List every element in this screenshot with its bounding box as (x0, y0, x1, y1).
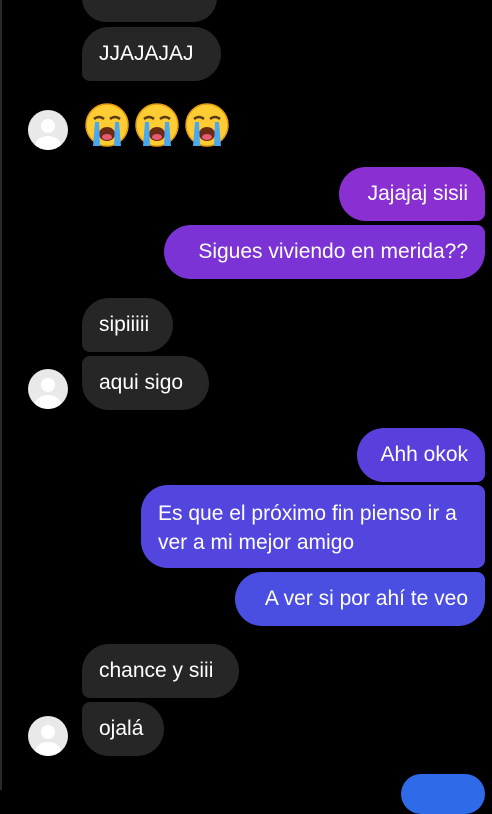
message-text: sipiiiii (99, 313, 150, 336)
message-text: Sigues viviendo en merida?? (198, 240, 468, 263)
message-text: Jajajaj sisii (367, 182, 468, 205)
message-bubble-outgoing[interactable]: Sigues viviendo en merida?? (164, 225, 485, 279)
message-text: A ver si por ahí te veo (264, 587, 468, 610)
contact-avatar-icon[interactable] (28, 716, 68, 756)
message-bubble-outgoing[interactable]: Es que el próximo fin pienso ir a ver a … (141, 485, 485, 568)
screen-left-edge (0, 0, 2, 790)
message-bubble-outgoing[interactable]: Jajajaj sisii (339, 167, 485, 221)
message-text: aqui sigo (99, 371, 184, 394)
message-bubble-partial[interactable] (82, 0, 217, 22)
loudly-crying-face-icon (85, 103, 129, 147)
message-bubble-incoming[interactable]: JJAJAJAJ (82, 27, 221, 81)
message-bubble-incoming[interactable]: aqui sigo (82, 356, 209, 410)
message-text: Ahh okok (380, 443, 468, 466)
message-bubble-incoming[interactable]: ojalá (82, 702, 164, 756)
message-bubble-incoming[interactable]: sipiiiii (82, 298, 173, 352)
message-text: chance y siii (99, 659, 214, 682)
contact-avatar-icon[interactable] (28, 369, 68, 409)
loudly-crying-face-icon (185, 103, 229, 147)
emoji-message[interactable] (82, 100, 234, 152)
message-bubble-outgoing[interactable]: A ver si por ahí te veo (235, 572, 485, 626)
message-bubble-outgoing[interactable]: Ahh okok (357, 428, 485, 482)
message-text: ojalá (99, 717, 144, 740)
loudly-crying-face-icon (135, 103, 179, 147)
message-text: Es que el próximo fin pienso ir a ver a … (158, 502, 457, 554)
contact-avatar-icon[interactable] (28, 110, 68, 150)
message-text: JJAJAJAJ (99, 42, 194, 65)
message-bubble-incoming[interactable]: chance y siii (82, 644, 239, 698)
message-bubble-outgoing-partial[interactable] (401, 774, 485, 814)
